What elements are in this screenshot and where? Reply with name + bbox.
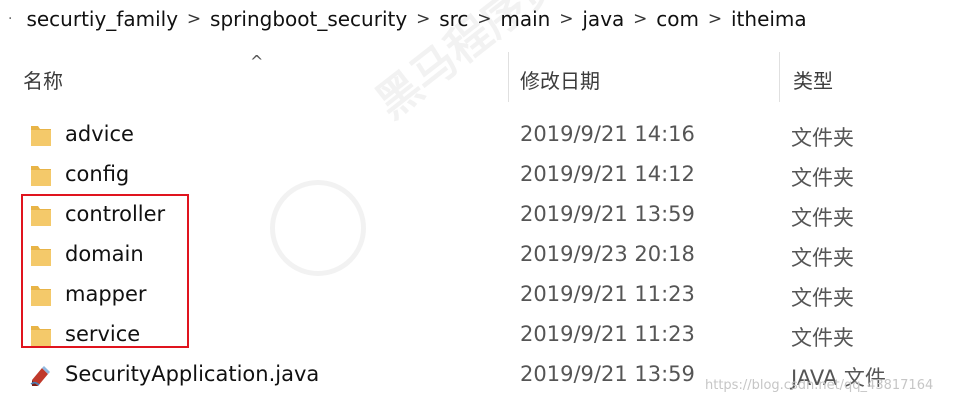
file-name: domain	[65, 242, 144, 266]
file-row-advice[interactable]: advice 2019/9/21 14:16 文件夹	[0, 116, 958, 156]
file-list: advice 2019/9/21 14:16 文件夹 config 2019/9…	[0, 116, 958, 396]
file-name: mapper	[65, 282, 147, 306]
file-date: 2019/9/21 13:59	[520, 362, 695, 386]
folder-icon	[31, 206, 51, 226]
breadcrumb-item-src[interactable]: src	[439, 7, 468, 31]
breadcrumb-item-java[interactable]: java	[582, 7, 624, 31]
file-name: SecurityApplication.java	[65, 362, 320, 386]
file-date: 2019/9/21 13:59	[520, 202, 695, 226]
folder-icon	[31, 246, 51, 266]
file-row-service[interactable]: service 2019/9/21 11:23 文件夹	[0, 316, 958, 356]
chevron-right-icon[interactable]: >	[550, 9, 582, 29]
file-date: 2019/9/21 14:16	[520, 122, 695, 146]
file-date: 2019/9/21 11:23	[520, 282, 695, 306]
file-row-mapper[interactable]: mapper 2019/9/21 11:23 文件夹	[0, 276, 958, 316]
file-date: 2019/9/21 14:12	[520, 162, 695, 186]
file-name: service	[65, 322, 141, 346]
breadcrumb-overflow-icon[interactable]: ·	[8, 11, 12, 27]
file-type: 文件夹	[791, 206, 854, 230]
file-name: config	[65, 162, 130, 186]
chevron-right-icon[interactable]: >	[624, 9, 656, 29]
file-row-controller[interactable]: controller 2019/9/21 13:59 文件夹	[0, 196, 958, 236]
file-type: 文件夹	[791, 326, 854, 350]
chevron-right-icon[interactable]: >	[468, 9, 500, 29]
file-date: 2019/9/21 11:23	[520, 322, 695, 346]
folder-icon	[31, 286, 51, 306]
file-type: 文件夹	[791, 286, 854, 310]
csdn-watermark: https://blog.csdn.net/qq_43817164	[705, 378, 934, 393]
file-name: advice	[65, 122, 134, 146]
column-type-header[interactable]: 类型	[793, 65, 833, 94]
column-divider[interactable]	[508, 52, 509, 102]
column-header: ^ 名称 修改日期 类型	[0, 52, 958, 104]
breadcrumb-item-securtiy-family[interactable]: securtiy_family	[26, 7, 178, 31]
file-row-config[interactable]: config 2019/9/21 14:12 文件夹	[0, 156, 958, 196]
file-type: 文件夹	[791, 246, 854, 270]
breadcrumb-item-main[interactable]: main	[500, 7, 550, 31]
breadcrumb-item-com[interactable]: com	[656, 7, 699, 31]
folder-icon	[31, 326, 51, 346]
file-row-domain[interactable]: domain 2019/9/23 20:18 文件夹	[0, 236, 958, 276]
folder-icon	[31, 126, 51, 146]
column-divider[interactable]	[779, 52, 780, 102]
sort-ascending-icon: ^	[250, 52, 264, 71]
column-name-header[interactable]: 名称	[23, 65, 63, 94]
file-type: 文件夹	[791, 126, 854, 150]
file-date: 2019/9/23 20:18	[520, 242, 695, 266]
file-type: 文件夹	[791, 166, 854, 190]
breadcrumb: · securtiy_family > springboot_security …	[0, 0, 958, 38]
chevron-right-icon[interactable]: >	[699, 9, 731, 29]
folder-icon	[31, 166, 51, 186]
column-date-header[interactable]: 修改日期	[520, 65, 600, 94]
chevron-right-icon[interactable]: >	[407, 9, 439, 29]
java-file-icon	[30, 366, 50, 386]
file-name: controller	[65, 202, 166, 226]
chevron-right-icon[interactable]: >	[178, 9, 210, 29]
breadcrumb-item-itheima[interactable]: itheima	[731, 7, 807, 31]
breadcrumb-item-springboot-security[interactable]: springboot_security	[210, 7, 407, 31]
